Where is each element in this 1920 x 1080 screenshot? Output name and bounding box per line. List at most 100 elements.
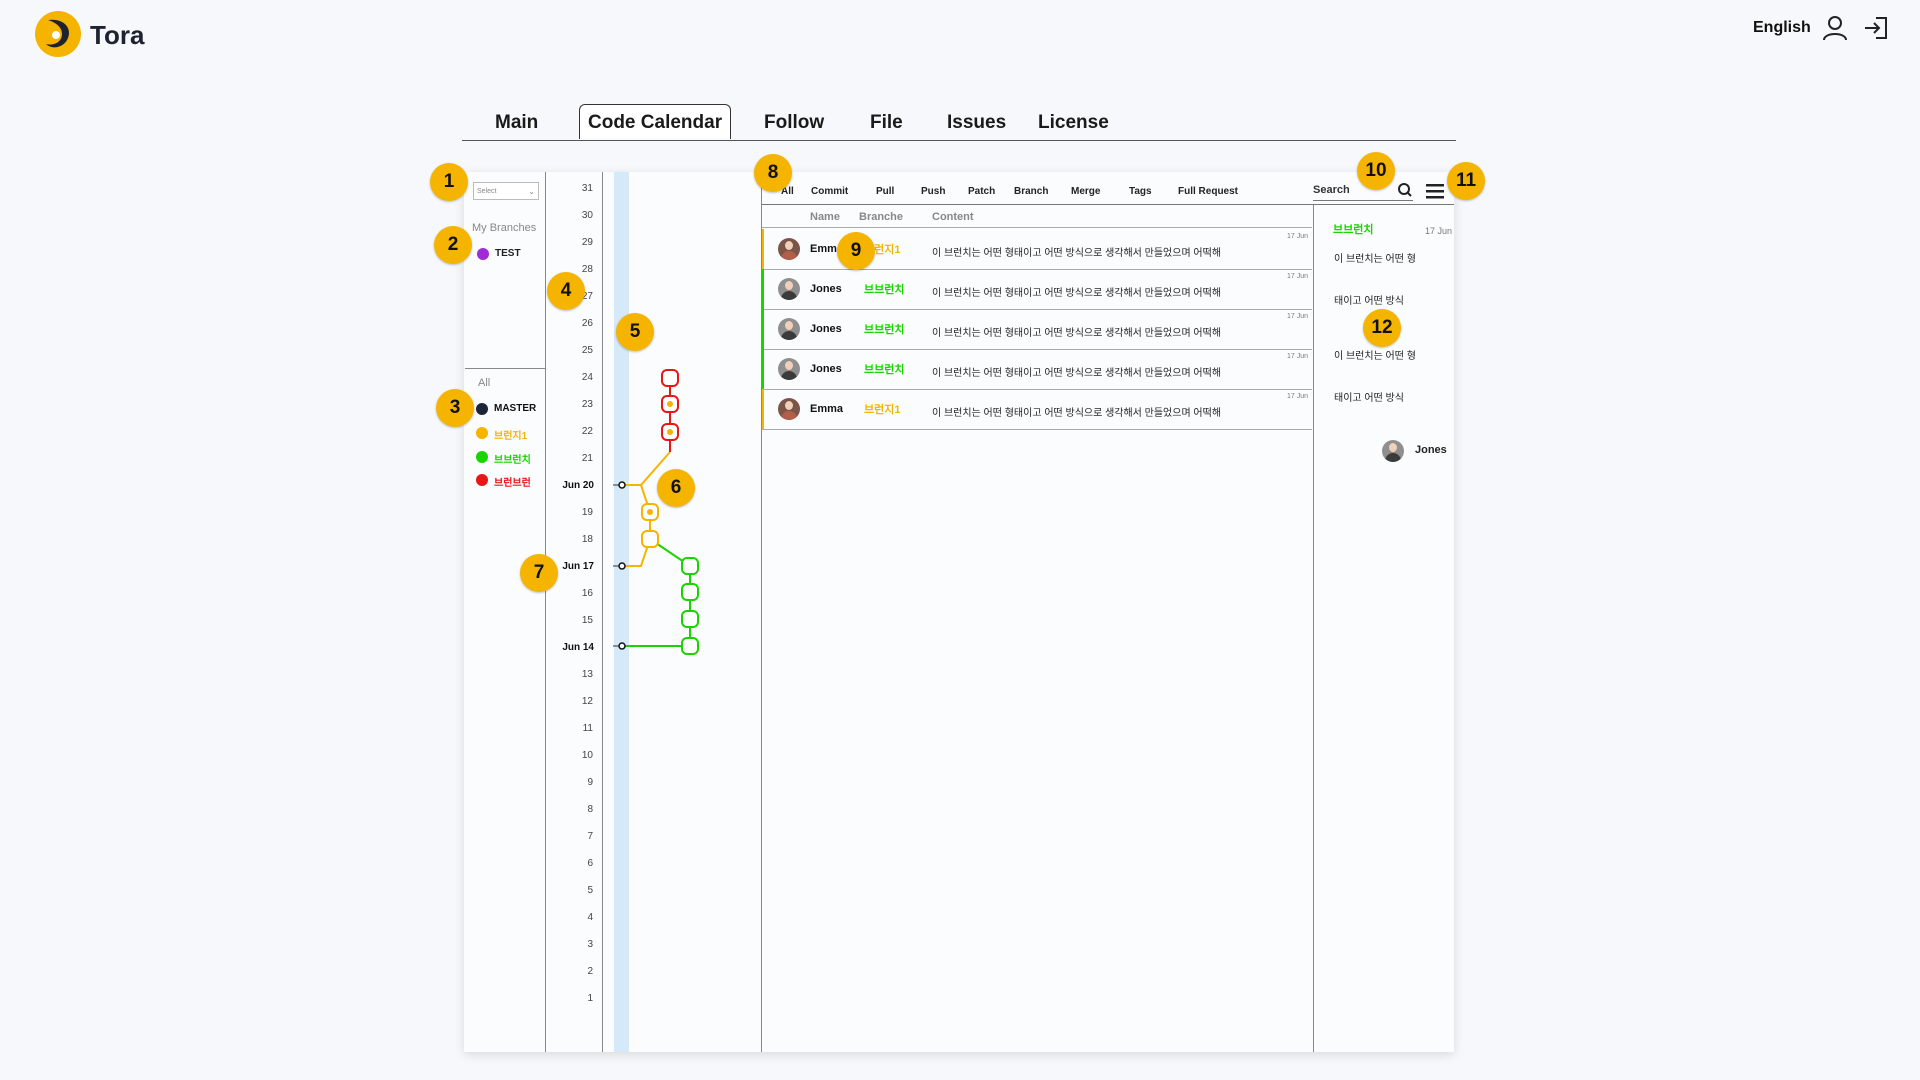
tab-file[interactable]: File	[870, 112, 903, 134]
user-icon[interactable]	[1821, 14, 1849, 42]
calendar-day: 23	[581, 399, 593, 410]
table-row[interactable]: Emma 브런지1 이 브런치는 어떤 형태이고 어떤 방식으로 생각해서 만들었으…	[762, 389, 1312, 430]
calendar-day: 22	[581, 426, 593, 437]
branch-item-1[interactable]: 브런지1	[494, 427, 527, 442]
tab-main[interactable]: Main	[495, 112, 538, 134]
detail-text: 태이고 어떤 방식	[1334, 393, 1404, 404]
detail-branch: 브브런치	[1333, 224, 1374, 236]
calendar-day: 8	[587, 804, 593, 815]
calendar-day: Jun 14	[562, 642, 594, 653]
row-date: 17 Jun	[1286, 273, 1308, 280]
tab-license[interactable]: License	[1038, 112, 1109, 134]
filter-pull[interactable]: Pull	[876, 186, 894, 197]
chevron-down-icon: ⌄	[528, 187, 535, 196]
row-branch: 브브런치	[864, 324, 905, 336]
calendar-day: 2	[587, 966, 593, 977]
row-branch: 브브런치	[864, 364, 905, 376]
calendar-day: 16	[581, 588, 593, 599]
calendar-day: 21	[581, 453, 593, 464]
filter-full-request[interactable]: Full Request	[1178, 186, 1238, 197]
search-input[interactable]: Search	[1313, 184, 1350, 196]
avatar	[778, 318, 800, 340]
commit-node	[618, 481, 626, 489]
all-branches-heading[interactable]: All	[478, 377, 490, 389]
annotation-badge: 7	[520, 554, 558, 592]
tab-code-calendar[interactable]: Code Calendar	[579, 104, 732, 139]
divider	[762, 204, 1454, 205]
commit-node	[618, 642, 626, 650]
branch-item-test[interactable]: TEST	[495, 248, 521, 259]
branch-item-master[interactable]: MASTER	[494, 403, 536, 414]
search-icon[interactable]	[1397, 182, 1413, 198]
row-content: 이 브런치는 어떤 형태이고 어떤 방식으로 생각해서 만들었으며 어떡해	[932, 328, 1222, 339]
row-content: 이 브런치는 어떤 형태이고 어떤 방식으로 생각해서 만들었으며 어떡해	[932, 368, 1222, 379]
column-header-branche[interactable]: Branche	[859, 211, 903, 223]
table-row[interactable]: Jones 브브런치 이 브런치는 어떤 형태이고 어떤 방식으로 생각해서 만들었…	[762, 269, 1312, 310]
my-branches-heading: My Branches	[472, 222, 537, 234]
row-date: 17 Jun	[1286, 393, 1308, 400]
filter-merge[interactable]: Merge	[1071, 186, 1100, 197]
annotation-badge: 12	[1363, 309, 1401, 347]
annotation-badge: 1	[430, 163, 468, 201]
branch-item-2[interactable]: 브브런치	[494, 451, 531, 466]
merge-line	[622, 484, 651, 567]
row-content: 이 브런치는 어떤 형태이고 어떤 방식으로 생각해서 만들었으며 어떡해	[932, 408, 1222, 419]
tab-follow[interactable]: Follow	[764, 112, 824, 134]
table-row[interactable]: Jones 브브런치 이 브런치는 어떤 형태이고 어떤 방식으로 생각해서 만들었…	[762, 309, 1312, 350]
filter-commit[interactable]: Commit	[811, 186, 848, 197]
avatar	[778, 358, 800, 380]
column-header-name[interactable]: Name	[810, 211, 840, 223]
calendar-day: 18	[581, 534, 593, 545]
branch-item-3[interactable]: 브런브런	[494, 474, 531, 489]
calendar-day: 1	[587, 993, 593, 1004]
commit-node	[681, 610, 699, 628]
detail-text: 이 브런치는 어떤 형	[1334, 351, 1416, 362]
detail-text: 이 브런치는 어떤 형	[1334, 254, 1416, 265]
calendar-day: 24	[581, 372, 593, 383]
tora-logo-icon	[35, 11, 81, 57]
calendar-day: 13	[581, 669, 593, 680]
detail-author[interactable]: Jones	[1415, 444, 1447, 456]
row-name: Emma	[810, 403, 844, 415]
calendar-day: 9	[587, 777, 593, 788]
row-content: 이 브런치는 어떤 형태이고 어떤 방식으로 생각해서 만들었으며 어떡해	[932, 248, 1222, 259]
commit-node	[641, 530, 659, 548]
row-name: Jones	[810, 283, 842, 295]
menu-icon[interactable]	[1426, 183, 1444, 199]
row-branch-marker	[762, 389, 764, 429]
annotation-badge: 5	[616, 313, 654, 351]
calendar-day: 25	[581, 345, 593, 356]
commit-graph	[613, 369, 699, 655]
language-selector[interactable]: English	[1753, 19, 1811, 37]
main-tabs: Main Code Calendar Follow File Issues Li…	[462, 104, 1456, 141]
annotation-badge: 11	[1447, 162, 1485, 200]
divider	[762, 227, 1312, 228]
branch-color-dot	[476, 403, 488, 415]
filter-push[interactable]: Push	[921, 186, 945, 197]
branch-select[interactable]: Select ⌄	[473, 182, 539, 200]
calendar-day: 19	[581, 507, 593, 518]
divider	[465, 368, 545, 369]
row-branch-marker	[762, 349, 764, 389]
commit-node	[681, 637, 699, 655]
select-placeholder: Select	[477, 188, 497, 195]
calendar-day: 10	[581, 750, 593, 761]
filter-branch[interactable]: Branch	[1014, 186, 1048, 197]
table-row[interactable]: Jones 브브런치 이 브런치는 어떤 형태이고 어떤 방식으로 생각해서 만들었…	[762, 349, 1312, 390]
merge-line	[622, 538, 691, 647]
logout-icon[interactable]	[1862, 14, 1890, 42]
detail-text: 태이고 어떤 방식	[1334, 296, 1404, 307]
column-header-content[interactable]: Content	[932, 211, 974, 223]
detail-date: 17 Jun	[1425, 226, 1453, 236]
tab-issues[interactable]: Issues	[947, 112, 1006, 134]
calendar-day: 15	[581, 615, 593, 626]
calendar-day: 26	[581, 318, 593, 329]
divider	[1313, 204, 1314, 1052]
filter-tags[interactable]: Tags	[1129, 186, 1152, 197]
annotation-badge: 8	[754, 154, 792, 192]
filter-patch[interactable]: Patch	[968, 186, 995, 197]
row-branch: 브브런치	[864, 284, 905, 296]
app-name: Tora	[90, 20, 145, 50]
calendar-day: 6	[587, 858, 593, 869]
warning-icon	[667, 401, 673, 407]
